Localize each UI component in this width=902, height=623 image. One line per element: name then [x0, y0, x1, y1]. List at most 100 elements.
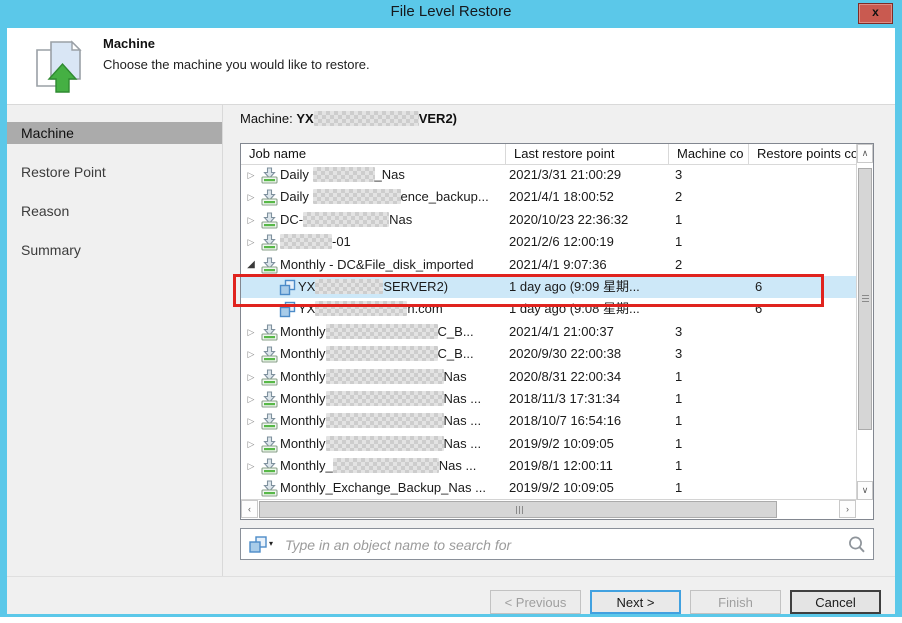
scroll-up-icon[interactable]: ∧ — [857, 144, 873, 163]
machine-label: Machine: — [240, 111, 293, 126]
previous-button[interactable]: < Previous — [490, 590, 581, 614]
sidebar-item-summary[interactable]: Summary — [7, 239, 222, 261]
object-type-filter-icon[interactable] — [248, 536, 268, 559]
vm-row[interactable]: YXSERVER2)1 day ago (9:09 星期...6 — [241, 276, 856, 298]
text-fragment: SERVER2) — [383, 279, 448, 294]
job-table-rows: ▷Daily _Nas2021/3/31 21:00:293▷Daily enc… — [241, 164, 856, 500]
sidebar-item-machine[interactable]: Machine — [7, 122, 222, 144]
text-fragment: Monthly - DC&File_disk_imported — [280, 257, 474, 272]
text-fragment: Monthly_Exchange_Backup_Nas ... — [280, 480, 486, 495]
file-restore-icon — [31, 37, 89, 100]
job-row[interactable]: ▷Daily _Nas2021/3/31 21:00:293 — [241, 164, 856, 186]
expand-toggle-icon[interactable]: ▷ — [245, 388, 257, 410]
machine-count-cell: 3 — [675, 321, 745, 343]
text-fragment: DC- — [280, 212, 303, 227]
job-row[interactable]: ◢Monthly - DC&File_disk_imported2021/4/1… — [241, 254, 856, 276]
sidebar-item-reason[interactable]: Reason — [7, 200, 222, 222]
title-bar[interactable]: File Level Restore x — [0, 0, 902, 28]
search-box[interactable]: ▾ — [240, 528, 874, 560]
scroll-down-icon[interactable]: ∨ — [857, 481, 873, 500]
scroll-left-icon[interactable]: ‹ — [241, 500, 258, 518]
expand-toggle-icon[interactable]: ▷ — [245, 410, 257, 432]
window-body: Machine Choose the machine you would lik… — [7, 28, 895, 613]
last-restore-point-cell: 2018/10/7 16:54:16 — [509, 410, 667, 432]
redacted-text — [326, 369, 444, 384]
job-row[interactable]: ▷MonthlyNas2020/8/31 22:00:341 — [241, 366, 856, 388]
machine-count-cell: 3 — [675, 164, 745, 186]
horizontal-scrollbar[interactable]: ‹ › — [241, 499, 856, 519]
vertical-scrollbar[interactable]: ∧ ∨ — [856, 144, 873, 500]
text-fragment: Monthly — [280, 391, 326, 406]
machine-panel: Machine: YX VER2) Job name Last restore p… — [223, 105, 895, 576]
job-row[interactable]: ▷MonthlyC_B...2021/4/1 21:00:373 — [241, 321, 856, 343]
last-restore-point-cell: 2020/8/31 22:00:34 — [509, 366, 667, 388]
vertical-scroll-thumb[interactable] — [858, 168, 872, 430]
text-fragment: Monthly — [280, 413, 326, 428]
redacted-text — [280, 234, 332, 249]
expand-toggle-icon[interactable]: ▷ — [245, 321, 257, 343]
column-header-machine-count[interactable]: Machine co — [669, 144, 749, 164]
collapse-toggle-icon[interactable]: ◢ — [245, 254, 257, 276]
backup-job-icon — [261, 257, 278, 274]
text-fragment: Daily — [280, 167, 313, 182]
redacted-text — [315, 301, 407, 316]
job-row[interactable]: ▷MonthlyNas ...2018/11/3 17:31:341 — [241, 388, 856, 410]
search-icon[interactable] — [847, 535, 867, 560]
backup-job-icon — [261, 189, 278, 206]
backup-job-icon — [261, 324, 278, 341]
search-input[interactable] — [283, 532, 827, 558]
filter-dropdown-caret-icon[interactable]: ▾ — [269, 539, 273, 548]
last-restore-point-cell: 2019/8/1 12:00:11 — [509, 455, 667, 477]
last-restore-point-cell: 2020/9/30 22:00:38 — [509, 343, 667, 365]
expand-toggle-icon[interactable]: ▷ — [245, 455, 257, 477]
last-restore-point-cell: 2019/9/2 10:09:05 — [509, 433, 667, 455]
text-fragment: YX — [298, 301, 315, 316]
sidebar-item-restore-point[interactable]: Restore Point — [7, 161, 222, 183]
machine-count-cell: 1 — [675, 477, 745, 499]
horizontal-scroll-thumb[interactable] — [259, 501, 777, 518]
job-row[interactable]: ▷MonthlyC_B...2020/9/30 22:00:383 — [241, 343, 856, 365]
job-name-cell: Monthly_Nas ... — [280, 455, 502, 477]
backup-job-icon — [261, 458, 278, 475]
next-button[interactable]: Next > — [590, 590, 681, 614]
cancel-button[interactable]: Cancel — [790, 590, 881, 614]
expand-toggle-icon[interactable]: ▷ — [245, 343, 257, 365]
step-subtitle: Choose the machine you would like to res… — [103, 57, 370, 72]
close-button[interactable]: x — [858, 3, 893, 24]
last-restore-point-cell: 2019/9/2 10:09:05 — [509, 477, 667, 499]
backup-job-icon — [261, 391, 278, 408]
expand-toggle-icon[interactable]: ▷ — [245, 366, 257, 388]
expand-toggle-icon[interactable]: ▷ — [245, 186, 257, 208]
redacted-text — [326, 346, 438, 361]
text-fragment: VER2) — [419, 111, 457, 126]
text-fragment: Monthly — [280, 436, 326, 451]
column-header-restore-points-count[interactable]: Restore points co — [749, 144, 856, 164]
backup-job-icon — [261, 212, 278, 229]
job-row[interactable]: ▷ Monthly_Nas ... 2019/8/1 12:00:11 1 — [241, 455, 856, 477]
job-row[interactable]: ▷MonthlyNas ...2019/9/2 10:09:051 — [241, 433, 856, 455]
machine-count-cell: 2 — [675, 254, 745, 276]
job-table: Job name Last restore point Machine co R… — [240, 143, 874, 520]
job-row[interactable]: ▷-012021/2/6 12:00:191 — [241, 231, 856, 253]
text-fragment: C_B... — [438, 324, 474, 339]
expand-toggle-icon[interactable]: ▷ — [245, 231, 257, 253]
scroll-right-icon[interactable]: › — [839, 500, 856, 518]
text-fragment: Nas ... — [439, 458, 477, 473]
job-row[interactable]: ▷Daily ence_backup...2021/4/1 18:00:522 — [241, 186, 856, 208]
job-row[interactable]: Monthly_Exchange_Backup_Nas ... 2019/9/2 … — [241, 477, 856, 499]
vm-icon — [279, 301, 296, 318]
vm-row[interactable]: YXn.com1 day ago (9:08 星期...6 — [241, 298, 856, 320]
expand-toggle-icon[interactable]: ▷ — [245, 164, 257, 186]
text-fragment: YX — [298, 279, 315, 294]
job-table-header: Job name Last restore point Machine co R… — [241, 144, 856, 165]
job-row[interactable]: ▷DC-Nas2020/10/23 22:36:321 — [241, 209, 856, 231]
expand-toggle-icon[interactable]: ▷ — [245, 433, 257, 455]
column-header-last-restore-point[interactable]: Last restore point — [506, 144, 669, 164]
job-name-cell: MonthlyNas ... — [280, 433, 502, 455]
expand-toggle-icon[interactable]: ▷ — [245, 209, 257, 231]
finish-button[interactable]: Finish — [690, 590, 781, 614]
job-row[interactable]: ▷MonthlyNas ...2018/10/7 16:54:161 — [241, 410, 856, 432]
wizard-header-banner: Machine Choose the machine you would lik… — [7, 28, 895, 105]
machine-count-cell: 1 — [675, 455, 745, 477]
column-header-job-name[interactable]: Job name — [241, 144, 506, 164]
